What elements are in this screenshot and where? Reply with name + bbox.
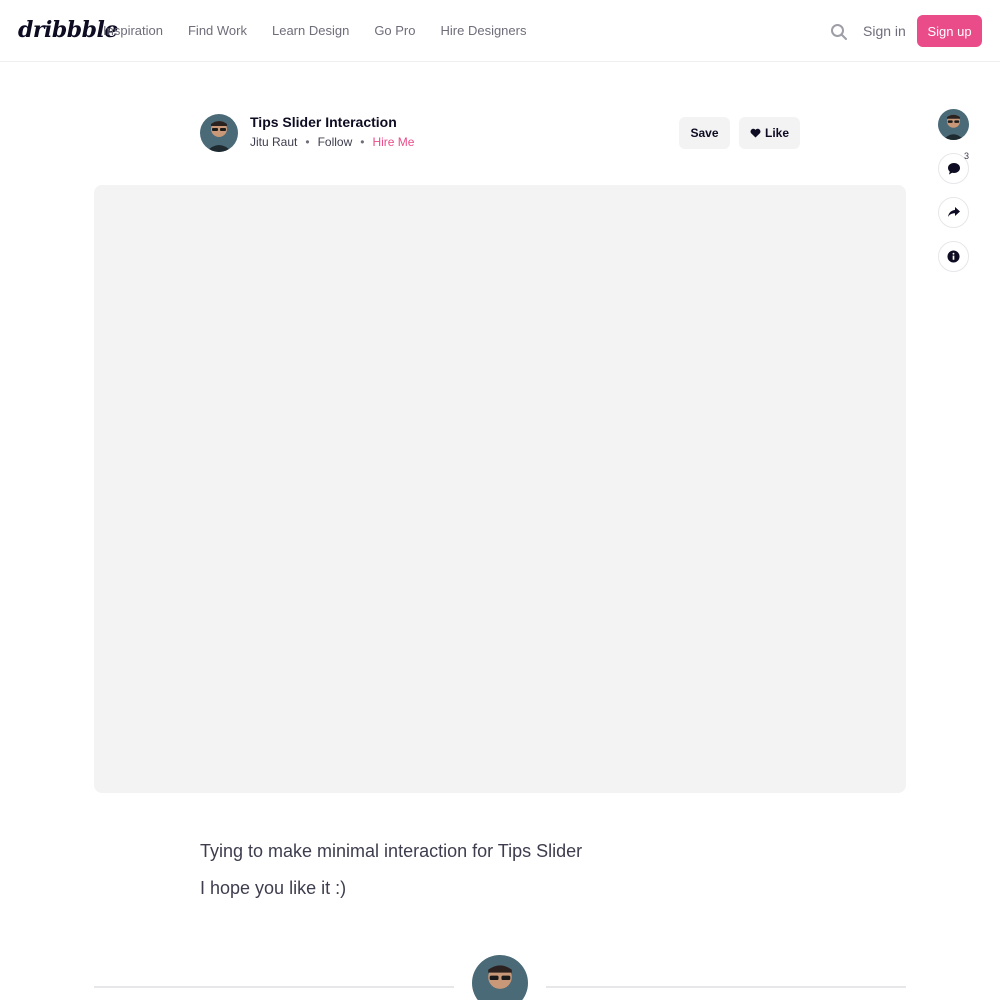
nav-hire-designers[interactable]: Hire Designers <box>441 23 527 38</box>
shot-meta: Jitu Raut • Follow • Hire Me <box>250 135 414 149</box>
top-header: dribbble Inspiration Find Work Learn Des… <box>0 0 1000 62</box>
info-icon <box>947 250 960 263</box>
rail-author-avatar[interactable] <box>938 109 969 140</box>
like-label: Like <box>764 126 789 140</box>
follow-link[interactable]: Follow <box>318 135 353 149</box>
share-button[interactable] <box>938 197 969 228</box>
shot-title: Tips Slider Interaction <box>250 114 397 130</box>
divider <box>546 986 906 988</box>
nav-find-work[interactable]: Find Work <box>188 23 247 38</box>
divider <box>94 986 454 988</box>
heart-icon <box>750 128 761 138</box>
shot-description-line: Tying to make minimal interaction for Ti… <box>200 841 583 861</box>
shot-description-line: I hope you like it :) <box>200 878 347 898</box>
comment-count-badge: 3 <box>964 151 970 161</box>
footer-author-avatar[interactable] <box>472 955 528 1000</box>
nav-inspiration[interactable]: Inspiration <box>103 23 163 38</box>
share-icon <box>947 207 960 217</box>
author-name-link[interactable]: Jitu Raut <box>250 135 297 149</box>
sign-up-button[interactable]: Sign up <box>917 15 982 47</box>
sign-in-link[interactable]: Sign in <box>863 23 906 39</box>
nav-learn-design[interactable]: Learn Design <box>272 23 349 38</box>
main-nav: Inspiration Find Work Learn Design Go Pr… <box>103 23 551 38</box>
hire-me-link[interactable]: Hire Me <box>372 135 414 149</box>
comment-icon <box>947 162 960 174</box>
separator-dot: • <box>360 135 365 149</box>
nav-go-pro[interactable]: Go Pro <box>374 23 415 38</box>
search-icon[interactable] <box>830 23 850 43</box>
author-avatar[interactable] <box>200 114 238 152</box>
shot-media[interactable] <box>94 185 906 793</box>
save-button[interactable]: Save <box>679 117 730 149</box>
like-button[interactable]: Like <box>739 117 800 149</box>
info-button[interactable] <box>938 241 969 272</box>
separator-dot: • <box>305 135 310 149</box>
